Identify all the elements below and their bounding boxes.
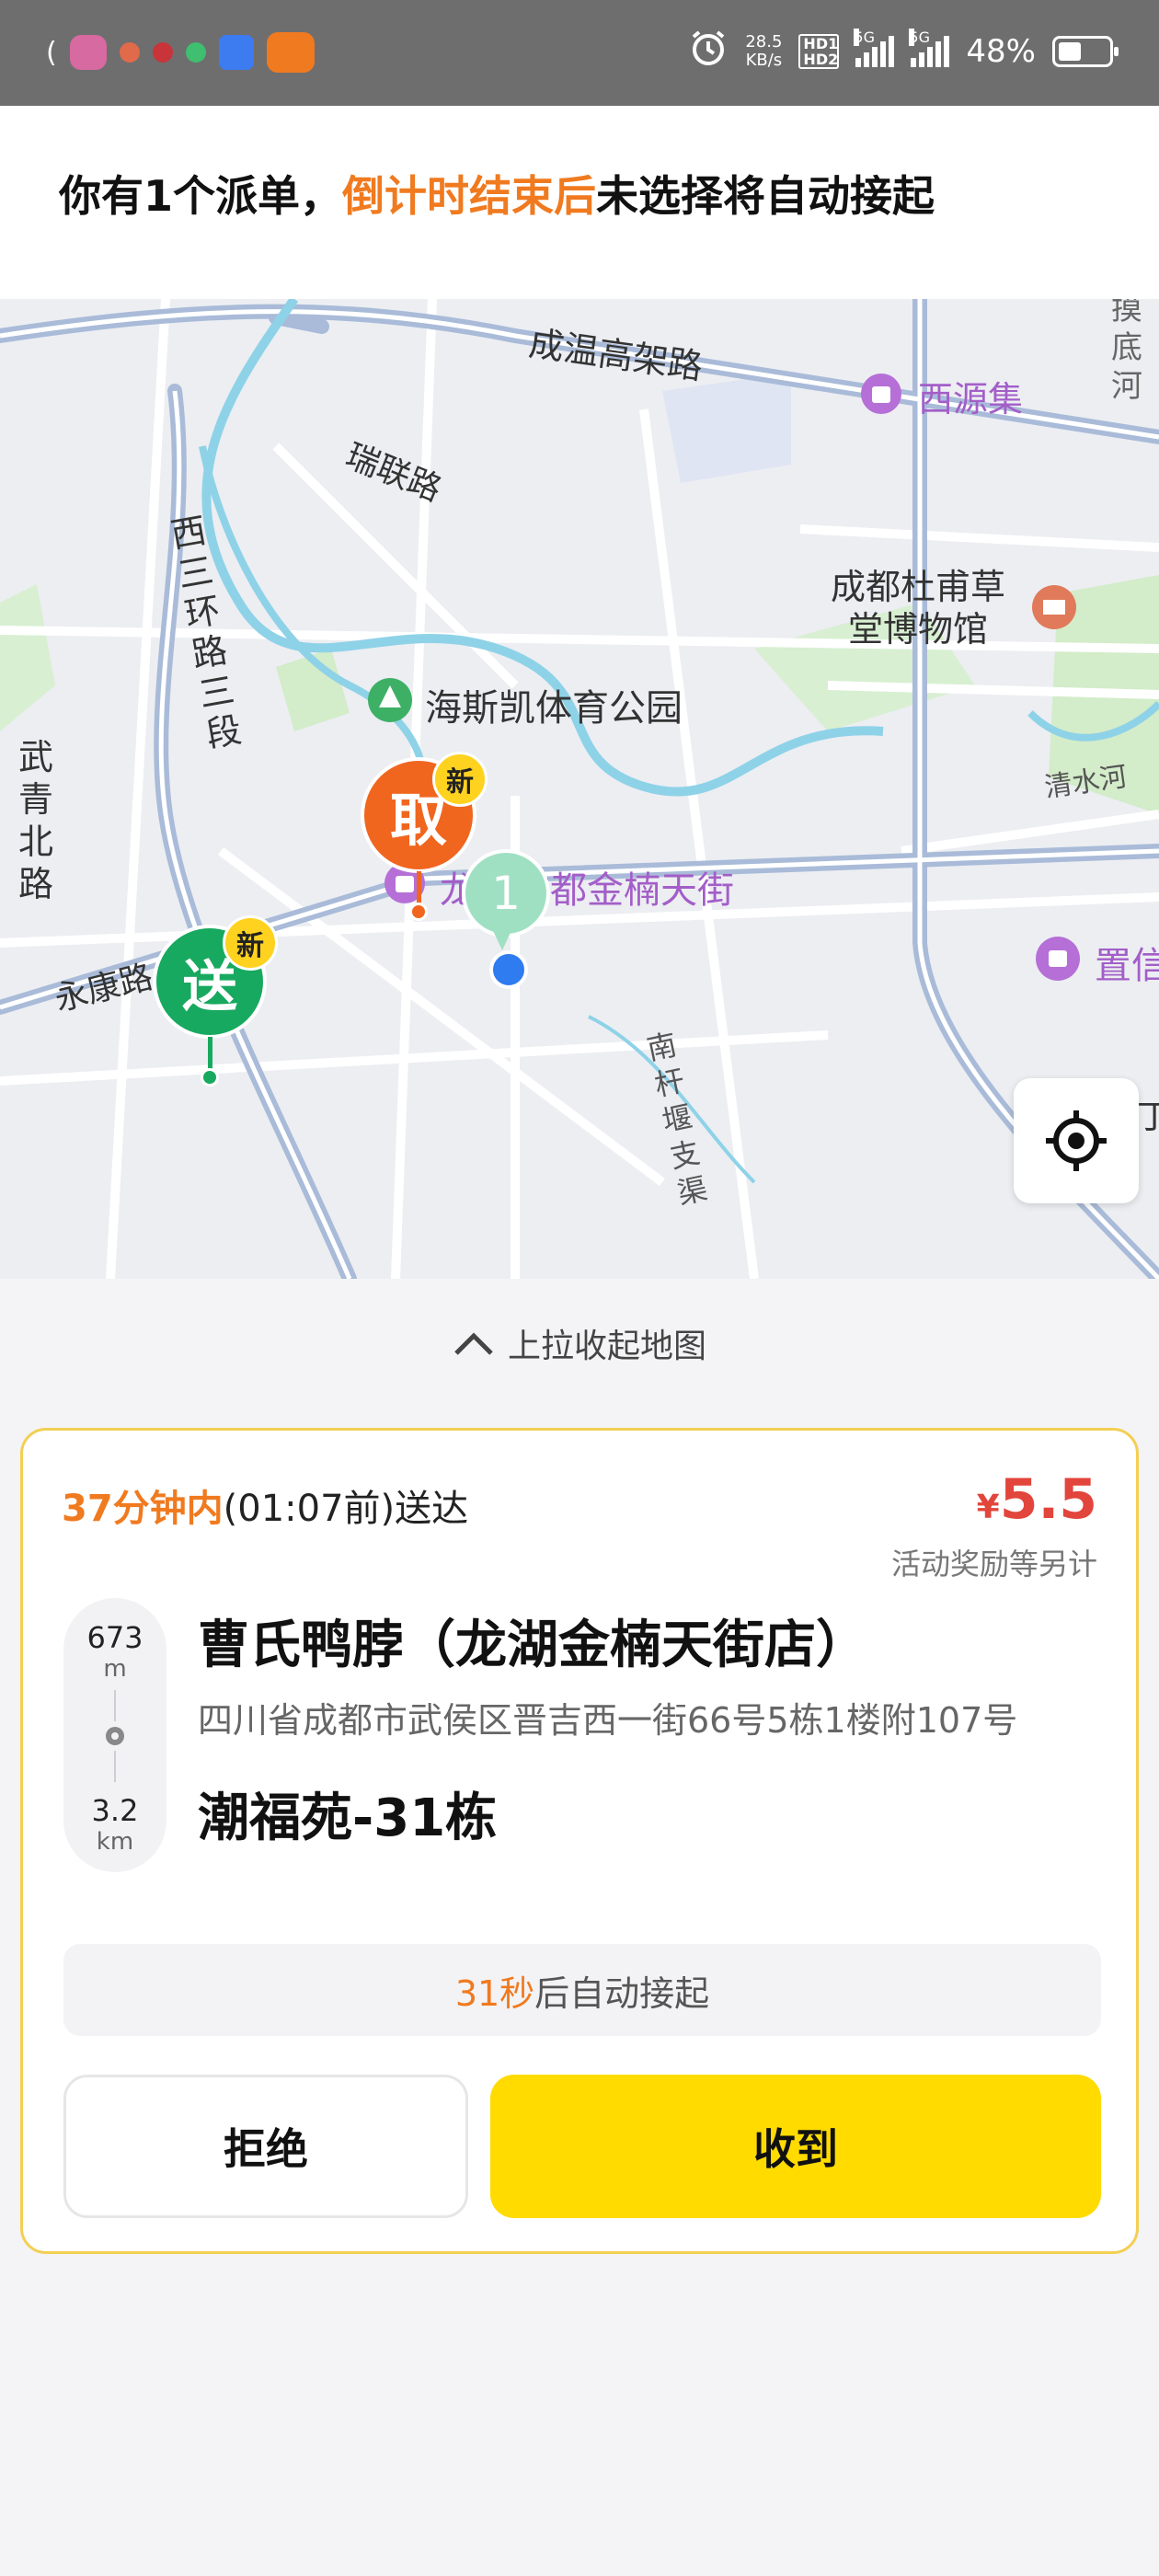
dispatch-notice: 你有1个派单，倒计时结束后未选择将自动接起 [0,106,1159,299]
map-label-poi: 西源集 [918,379,1024,420]
network-speed: 28.5 KB/s [745,32,783,70]
poi-park-icon [368,678,412,722]
location-pin-icon [106,1727,124,1745]
map-label-poi: 海斯凯体育公园 [425,687,683,730]
map-canvas [0,299,1159,1279]
collapse-map-hint[interactable]: 上拉收起地图 [0,1306,1159,1380]
rider-pointer [489,923,515,950]
marker-dot [409,903,428,921]
route-line [114,1690,116,1721]
shop-address: 四川省成都市武侯区晋吉西一街66号5栋1楼附107号 [198,1700,1018,1741]
locate-me-button[interactable] [1014,1078,1139,1203]
current-location-dot [489,950,528,989]
map-label-road: 武青北路 [18,737,54,904]
map-label-poi: 丁 [1137,1098,1159,1136]
accept-button[interactable]: 收到 [490,2075,1101,2218]
poi-museum-icon [1032,585,1076,629]
map-label-poi: 成都杜甫草堂博物馆 [830,567,1005,650]
notification-icon [69,35,107,70]
dropoff-marker[interactable]: 送 新 [153,915,278,1109]
price-note: 活动奖励等另计 [890,1547,1097,1581]
notification-icon [152,42,173,63]
distance-to-shop: 673 [86,1620,143,1655]
map-label-poi: 置信 [1095,945,1159,987]
notification-icon: ( [46,36,57,69]
notice-text: 你有1个派单，倒计时结束后未选择将自动接起 [59,171,935,221]
order-card: 37分钟内(01:07前)送达 ¥5.5 活动奖励等另计 673 m 3.2 k… [20,1428,1139,2254]
shop-name: 曹氏鸭脖（龙湖金楠天街店） [198,1616,867,1675]
auto-accept-countdown: 31秒 后自动接起 [63,1944,1101,2036]
distance-to-destination: 3.2 [91,1793,139,1828]
map-label-road: 摸底河 [1111,299,1142,405]
new-badge: 新 [223,915,278,971]
order-price: ¥5.5 [976,1467,1097,1532]
delivery-time: 37分钟内(01:07前)送达 [62,1488,469,1530]
route-line [114,1751,116,1782]
marker-dot [201,1068,219,1087]
destination-name: 潮福苑-31栋 [198,1788,498,1848]
notification-icon [218,35,254,70]
map-view[interactable]: 成温高架路 瑞联路 西三环路三段 武青北路 永康路 南杆堰支渠 清水河 西源集 … [0,299,1159,1279]
battery-icon [1052,36,1119,67]
notification-icon [185,42,206,63]
rider-marker[interactable]: 1 [462,849,554,996]
battery-percent: 48% [966,33,1036,70]
chevron-up-icon [454,1332,493,1355]
hd-indicator: HD1 HD2 [798,34,840,69]
collapse-map-label: 上拉收起地图 [507,1328,706,1365]
signal-strength-icon: 5G [854,29,895,67]
notification-icons: ( [46,29,315,75]
notification-icon [266,32,315,73]
distance-to-destination-unit: km [96,1828,134,1856]
alarm-clock-icon [688,28,729,76]
new-badge: 新 [432,752,488,807]
crosshair-icon [1046,1110,1107,1171]
distance-to-shop-unit: m [103,1655,127,1683]
status-bar: ( 28.5 KB/s HD1 HD2 5G 5G 48% [0,0,1159,106]
poi-shopping-icon [861,374,901,414]
poi-shopping-icon [1036,937,1080,981]
distance-indicator: 673 m 3.2 km [63,1598,166,1872]
notification-icon [119,42,140,63]
signal-strength-icon: 5G [909,29,950,67]
reject-button[interactable]: 拒绝 [63,2075,468,2218]
